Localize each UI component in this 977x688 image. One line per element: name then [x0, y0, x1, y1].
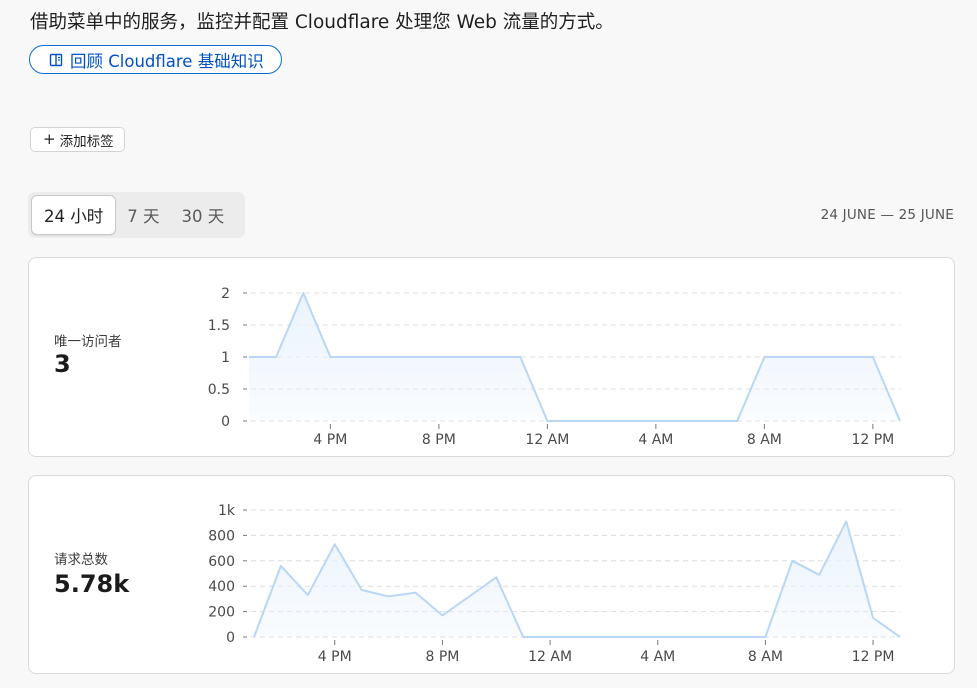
- x-tick-label: 4 AM: [638, 432, 673, 448]
- range-24h-button[interactable]: 24 小时: [31, 195, 117, 235]
- y-tick-label: 200: [208, 605, 235, 621]
- y-tick-label: 2: [221, 286, 230, 302]
- y-tick-label: 0: [221, 414, 230, 430]
- x-tick-label: 8 PM: [425, 649, 459, 665]
- y-tick-label: 0.5: [208, 382, 230, 398]
- y-tick-label: 1.5: [208, 318, 230, 334]
- unique-visitors-chart: 0 0.5 1 1.5 2 4 PM 8 PM 12 AM 4 AM 8 AM 12 PM: [208, 286, 901, 448]
- review-basics-label: 回顾 Cloudflare 基础知识: [70, 51, 264, 71]
- x-tick-label: 12 PM: [851, 432, 894, 448]
- y-tick-label: 1: [221, 350, 230, 366]
- unique-visitors-card: 唯一访问者 3 0 0.5 1 1.5 2 4 PM 8 PM 12 AM 4 AM 8 AM 12…: [28, 257, 955, 457]
- x-tick-label: 12 PM: [852, 649, 895, 665]
- date-range-label: 24 JUNE — 25 JUNE: [820, 207, 954, 223]
- x-tick-label: 4 PM: [318, 649, 352, 665]
- x-tick-label: 8 PM: [422, 432, 456, 448]
- range-30d-button[interactable]: 30 天: [171, 196, 236, 234]
- y-tick-label: 0: [226, 630, 235, 646]
- plus-icon: +: [43, 130, 56, 148]
- x-tick-label: 4 PM: [313, 432, 347, 448]
- time-range-toggle: 24 小时 7 天 30 天: [28, 192, 245, 238]
- page-description: 借助菜单中的服务，监控并配置 Cloudflare 处理您 Web 流量的方式。: [30, 12, 614, 33]
- total-requests-card: 请求总数 5.78k 0 200 400 600 800 1k 4 PM 8 PM 12 AM 4…: [28, 475, 955, 674]
- y-tick-label: 600: [208, 554, 235, 570]
- y-tick-label: 1k: [218, 503, 236, 519]
- series-area: [254, 521, 900, 637]
- x-tick-label: 4 AM: [640, 649, 675, 665]
- x-tick-label: 12 AM: [528, 649, 572, 665]
- y-tick-label: 800: [208, 528, 235, 544]
- range-7d-button[interactable]: 7 天: [116, 196, 170, 234]
- y-tick-label: 400: [208, 579, 235, 595]
- add-tag-button[interactable]: + 添加标签: [30, 127, 125, 152]
- x-tick-label: 8 AM: [747, 432, 782, 448]
- x-tick-label: 12 AM: [525, 432, 569, 448]
- x-tick-label: 8 AM: [748, 649, 783, 665]
- review-basics-link[interactable]: 回顾 Cloudflare 基础知识: [29, 45, 282, 74]
- total-requests-chart: 0 200 400 600 800 1k 4 PM 8 PM 12 AM 4 AM 8 AM 12 P…: [208, 503, 901, 665]
- add-tag-label: 添加标签: [59, 133, 114, 150]
- book-icon: [48, 52, 64, 68]
